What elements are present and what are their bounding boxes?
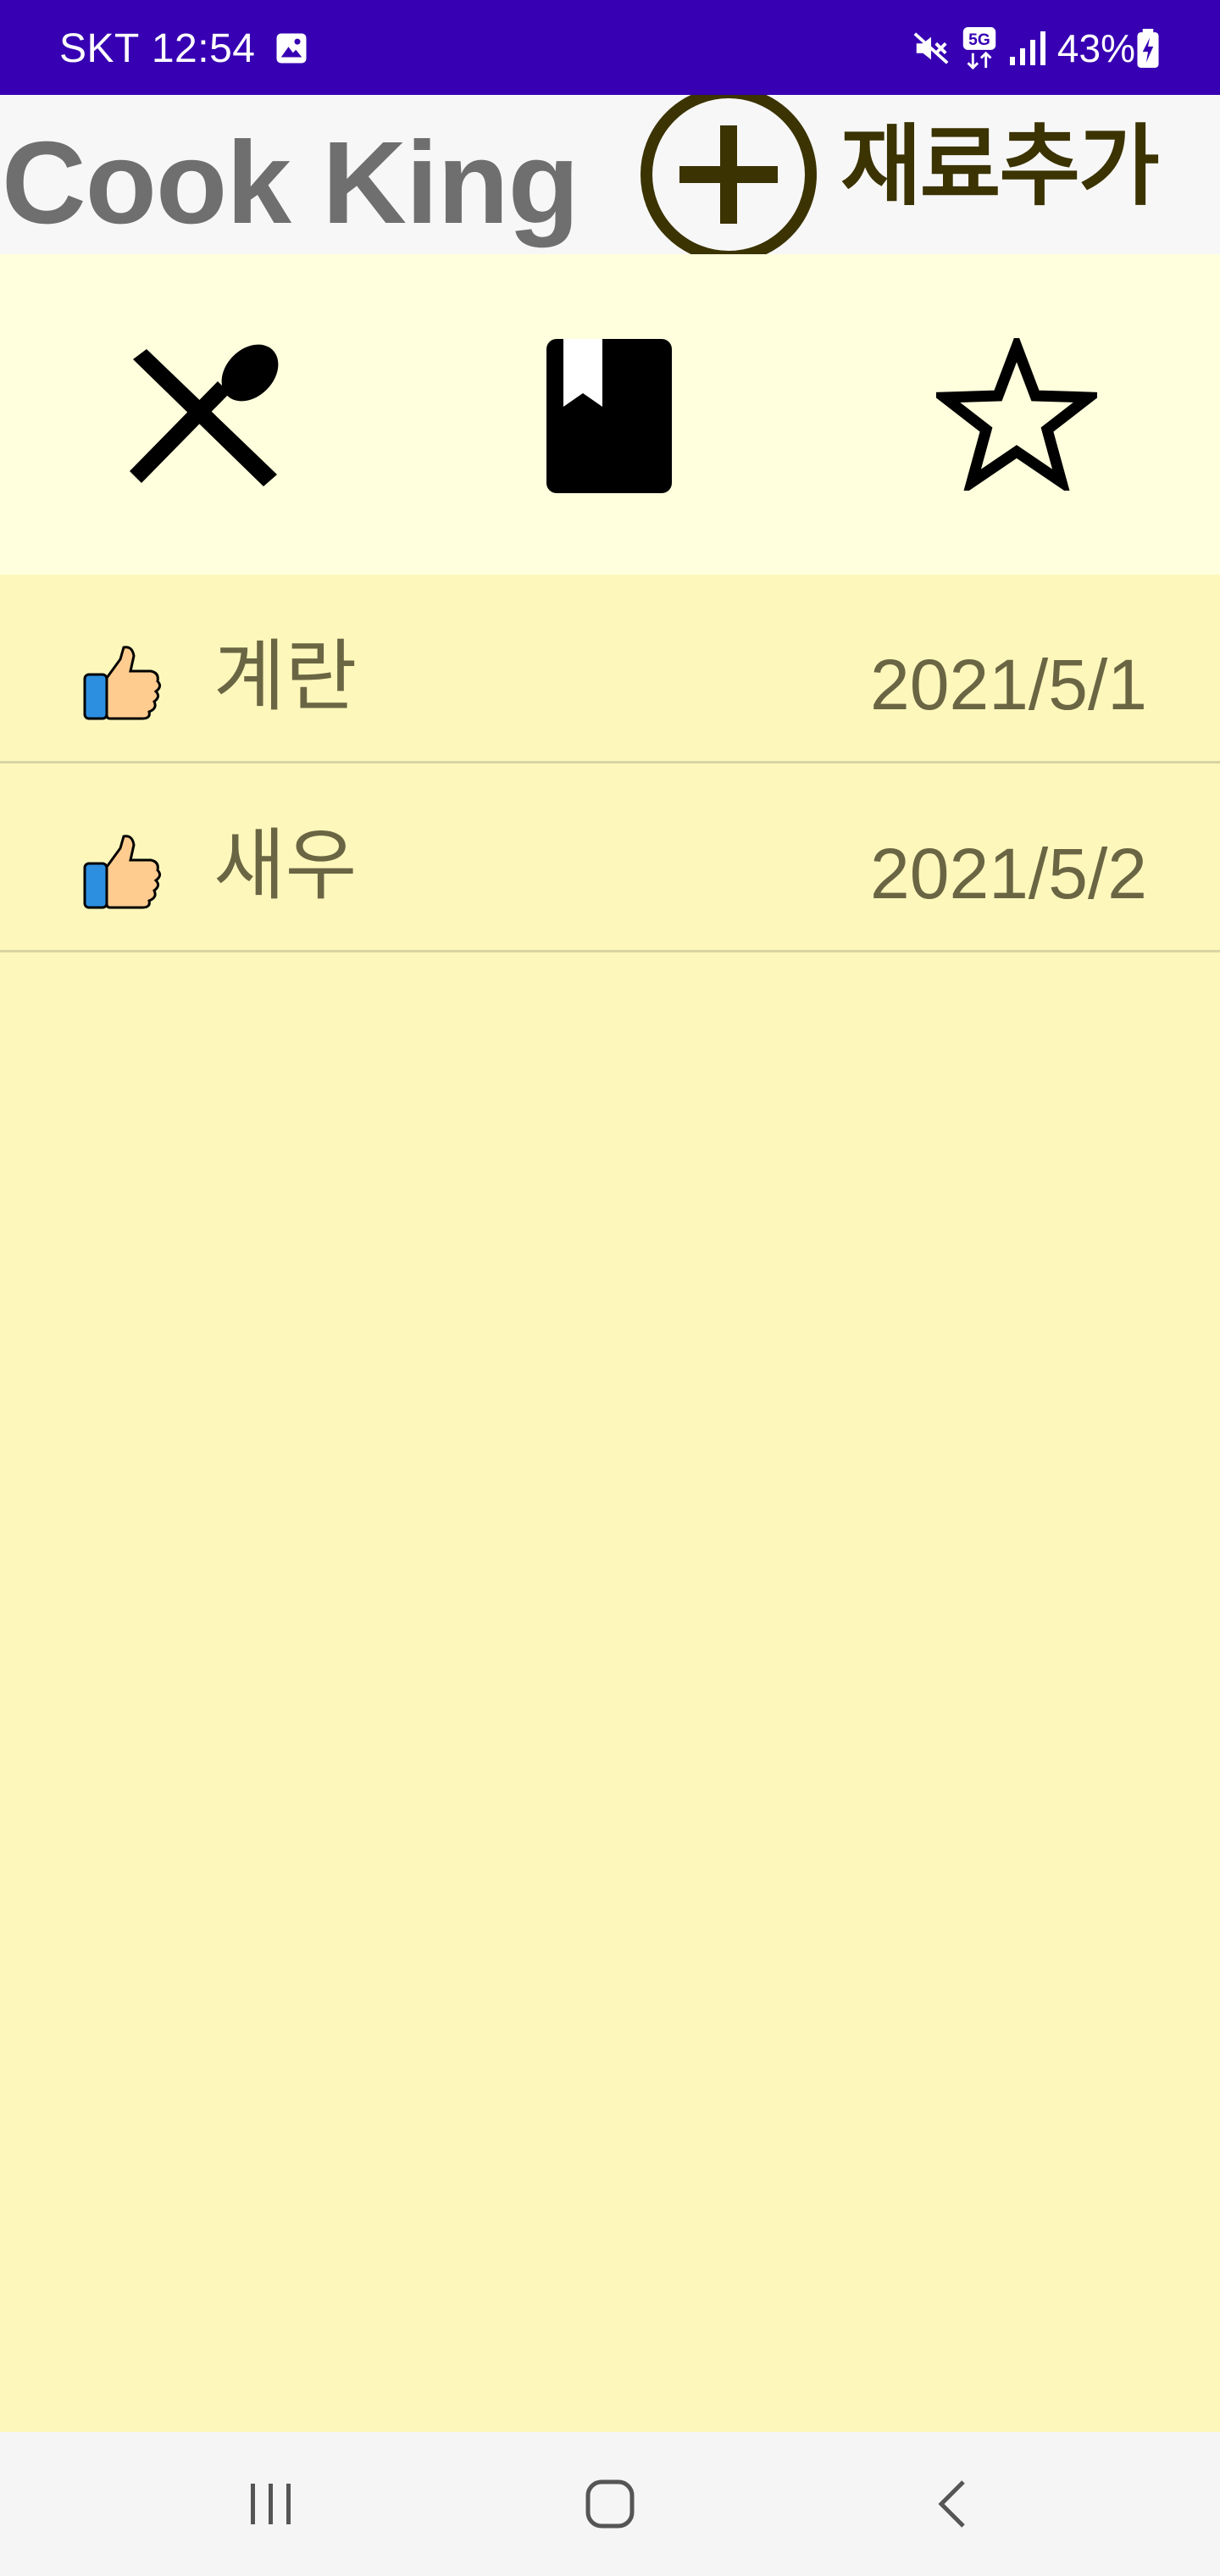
app-header: Cook King 재료추가 [0, 95, 1220, 254]
list-item[interactable]: 새우 2021/5/2 [0, 763, 1220, 952]
battery-charging-icon [1137, 29, 1159, 68]
tab-bar [0, 254, 1220, 575]
navigation-bar [0, 2432, 1220, 2576]
thumbs-up-icon [83, 646, 162, 720]
recent-apps-button[interactable] [186, 2432, 356, 2576]
back-icon [938, 2480, 965, 2528]
add-ingredient-button[interactable]: 재료추가 [637, 95, 1220, 254]
ingredient-list: 계란 2021/5/1 새우 2021/5/2 [0, 575, 1220, 2432]
carrier-label: SKT [59, 25, 140, 71]
mute-icon [913, 32, 949, 64]
plus-circle-icon [640, 95, 817, 254]
battery-percent: 43% [1056, 26, 1135, 70]
ingredient-name: 새우 [214, 820, 358, 911]
app-title: Cook King [2, 118, 580, 248]
recent-apps-icon [251, 2484, 291, 2524]
back-button[interactable] [868, 2432, 1037, 2576]
image-icon [276, 33, 307, 64]
signal-icon [1009, 31, 1045, 65]
list-item[interactable]: 계란 2021/5/1 [0, 575, 1220, 763]
clock: 12:54 [151, 25, 256, 71]
status-left: SKT 12:54 [59, 25, 309, 71]
ingredient-name: 계란 [214, 631, 358, 722]
network-5g-icon: 5G [962, 27, 996, 69]
thumbs-up-icon [83, 835, 162, 909]
tab-recipes[interactable] [0, 254, 407, 575]
tab-bookmark[interactable] [407, 254, 813, 575]
star-outline-icon [936, 338, 1097, 491]
status-bar: SKT 12:54 5G 43% [0, 0, 1220, 95]
home-icon [585, 2479, 635, 2529]
fork-spoon-icon [130, 344, 279, 486]
tab-favorites[interactable] [813, 254, 1220, 575]
status-right: 5G 43% [912, 25, 1161, 71]
home-button[interactable] [525, 2432, 695, 2576]
svg-text:5G: 5G [968, 31, 990, 49]
ingredient-date: 2021/5/2 [870, 834, 1147, 913]
add-ingredient-label: 재료추가 [840, 114, 1160, 218]
ingredient-date: 2021/5/1 [870, 645, 1147, 724]
bookmark-book-icon [546, 339, 672, 493]
